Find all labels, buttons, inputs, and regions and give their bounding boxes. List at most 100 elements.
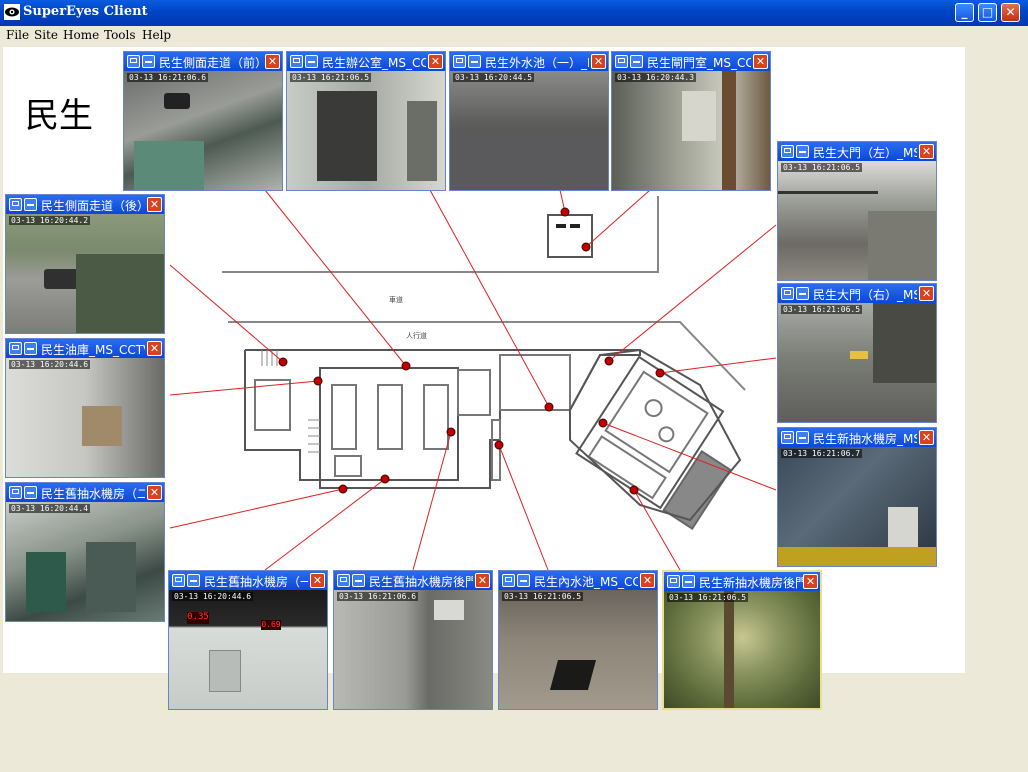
camera-title-bar[interactable]: 民生舊抽水機房（一） ✕ [169, 571, 327, 590]
close-camera-button[interactable]: ✕ [147, 485, 162, 500]
close-camera-button[interactable]: ✕ [753, 54, 768, 69]
camera-feed[interactable]: 03-13 16:20:44.5 [450, 71, 608, 190]
minimize-view-button[interactable] [796, 145, 809, 158]
camera-title-bar[interactable]: 民生舊抽水機房後門 ✕ [334, 571, 492, 590]
close-camera-button[interactable]: ✕ [265, 54, 280, 69]
restore-view-button[interactable] [9, 342, 22, 355]
camera-marker[interactable] [401, 361, 411, 371]
camera-marker[interactable] [560, 207, 570, 217]
minimize-view-button[interactable] [517, 574, 530, 587]
restore-view-button[interactable] [781, 145, 794, 158]
camera-window[interactable]: 民生舊抽水機房（一） ✕ 0.35 0.69 03-13 16:20:44.6 [168, 570, 328, 710]
minimize-view-button[interactable] [24, 342, 37, 355]
restore-view-button[interactable] [290, 55, 303, 68]
camera-marker[interactable] [313, 376, 323, 386]
camera-title-bar[interactable]: 民生辦公室_MS_CCTV ✕ [287, 52, 445, 71]
camera-title-bar[interactable]: 民生側面走道（前） ✕ [124, 52, 282, 71]
camera-title-bar[interactable]: 民生舊抽水機房（二） ✕ [6, 483, 164, 502]
restore-view-button[interactable] [615, 55, 628, 68]
close-camera-button[interactable]: ✕ [640, 573, 655, 588]
restore-view-button[interactable] [9, 486, 22, 499]
close-camera-button[interactable]: ✕ [803, 574, 818, 589]
minimize-view-button[interactable] [305, 55, 318, 68]
camera-window[interactable]: 民生內水池_MS_CCTV ✕ 03-13 16:21:06.5 [498, 570, 658, 710]
minimize-view-button[interactable] [352, 574, 365, 587]
camera-feed[interactable]: 03-13 16:21:06.5 [287, 71, 445, 190]
camera-window[interactable]: 民生舊抽水機房後門 ✕ 03-13 16:21:06.6 [333, 570, 493, 710]
minimize-view-button[interactable] [796, 431, 809, 444]
minimize-view-button[interactable] [24, 486, 37, 499]
restore-view-button[interactable] [453, 55, 466, 68]
camera-title-bar[interactable]: 民生閘門室_MS_CCTV ✕ [612, 52, 770, 71]
camera-feed[interactable]: 03-13 16:21:06.5 [778, 303, 936, 422]
camera-window-selected[interactable]: 民生新抽水機房後門 ✕ 03-13 16:21:06.5 [662, 570, 822, 710]
camera-feed[interactable]: 03-13 16:21:06.7 [778, 447, 936, 566]
camera-marker[interactable] [598, 418, 608, 428]
camera-title-bar[interactable]: 民生側面走道（後） ✕ [6, 195, 164, 214]
camera-marker[interactable] [446, 427, 456, 437]
close-camera-button[interactable]: ✕ [591, 54, 606, 69]
restore-view-button[interactable] [337, 574, 350, 587]
camera-feed[interactable]: 03-13 16:21:06.5 [499, 590, 657, 709]
camera-marker[interactable] [655, 368, 665, 378]
close-camera-button[interactable]: ✕ [147, 341, 162, 356]
close-camera-button[interactable]: ✕ [147, 197, 162, 212]
camera-feed[interactable]: 03-13 16:20:44.2 [6, 214, 164, 333]
restore-view-button[interactable] [781, 287, 794, 300]
camera-feed[interactable]: 03-13 16:21:06.6 [124, 71, 282, 190]
camera-feed[interactable]: 03-13 16:21:06.5 [778, 161, 936, 280]
camera-window[interactable]: 民生外水池（一）_MS ✕ 03-13 16:20:44.5 [449, 51, 609, 191]
camera-title-bar[interactable]: 民生內水池_MS_CCTV ✕ [499, 571, 657, 590]
camera-marker[interactable] [338, 484, 348, 494]
camera-marker[interactable] [380, 474, 390, 484]
camera-title-bar[interactable]: 民生新抽水機房後門 ✕ [664, 572, 820, 591]
camera-marker[interactable] [494, 440, 504, 450]
minimize-view-button[interactable] [630, 55, 643, 68]
camera-feed[interactable]: 03-13 16:21:06.6 [334, 590, 492, 709]
restore-view-button[interactable] [502, 574, 515, 587]
camera-marker[interactable] [629, 485, 639, 495]
camera-window[interactable]: 民生閘門室_MS_CCTV ✕ 03-13 16:20:44.3 [611, 51, 771, 191]
restore-view-button[interactable] [127, 55, 140, 68]
camera-title: 民生舊抽水機房後門 [369, 575, 473, 589]
camera-title-bar[interactable]: 民生大門（右）_MS ✕ [778, 284, 936, 303]
camera-window[interactable]: 民生辦公室_MS_CCTV ✕ 03-13 16:21:06.5 [286, 51, 446, 191]
camera-window[interactable]: 民生側面走道（前） ✕ 03-13 16:21:06.6 [123, 51, 283, 191]
camera-marker[interactable] [581, 242, 591, 252]
minimize-view-button[interactable] [187, 574, 200, 587]
camera-title-bar[interactable]: 民生外水池（一）_MS ✕ [450, 52, 608, 71]
camera-feed[interactable]: 03-13 16:20:44.6 [6, 358, 164, 477]
restore-view-button[interactable] [781, 431, 794, 444]
close-camera-button[interactable]: ✕ [428, 54, 443, 69]
close-camera-button[interactable]: ✕ [310, 573, 325, 588]
minimize-view-button[interactable] [796, 287, 809, 300]
minimize-view-button[interactable] [468, 55, 481, 68]
minimize-view-button[interactable] [682, 575, 695, 588]
camera-window[interactable]: 民生油庫_MS_CCTV ✕ 03-13 16:20:44.6 [5, 338, 165, 478]
camera-marker[interactable] [604, 356, 614, 366]
camera-feed[interactable]: 0.35 0.69 03-13 16:20:44.6 [169, 590, 327, 709]
camera-window[interactable]: 民生舊抽水機房（二） ✕ 03-13 16:20:44.4 [5, 482, 165, 622]
camera-title-bar[interactable]: 民生油庫_MS_CCTV ✕ [6, 339, 164, 358]
camera-feed[interactable]: 03-13 16:21:06.5 [664, 591, 820, 708]
minimize-view-button[interactable] [142, 55, 155, 68]
camera-window[interactable]: 民生新抽水機房_MS ✕ 03-13 16:21:06.7 [777, 427, 937, 567]
close-camera-button[interactable]: ✕ [475, 573, 490, 588]
camera-window[interactable]: 民生大門（右）_MS ✕ 03-13 16:21:06.5 [777, 283, 937, 423]
camera-window[interactable]: 民生側面走道（後） ✕ 03-13 16:20:44.2 [5, 194, 165, 334]
camera-timestamp: 03-13 16:20:44.6 [172, 592, 254, 601]
restore-view-button[interactable] [172, 574, 185, 587]
camera-marker[interactable] [278, 357, 288, 367]
camera-title-bar[interactable]: 民生新抽水機房_MS ✕ [778, 428, 936, 447]
camera-feed[interactable]: 03-13 16:20:44.4 [6, 502, 164, 621]
close-camera-button[interactable]: ✕ [919, 430, 934, 445]
close-camera-button[interactable]: ✕ [919, 144, 934, 159]
camera-title-bar[interactable]: 民生大門（左）_MS ✕ [778, 142, 936, 161]
restore-view-button[interactable] [9, 198, 22, 211]
camera-window[interactable]: 民生大門（左）_MS ✕ 03-13 16:21:06.5 [777, 141, 937, 281]
minimize-view-button[interactable] [24, 198, 37, 211]
camera-feed[interactable]: 03-13 16:20:44.3 [612, 71, 770, 190]
close-camera-button[interactable]: ✕ [919, 286, 934, 301]
restore-view-button[interactable] [667, 575, 680, 588]
camera-marker[interactable] [544, 402, 554, 412]
